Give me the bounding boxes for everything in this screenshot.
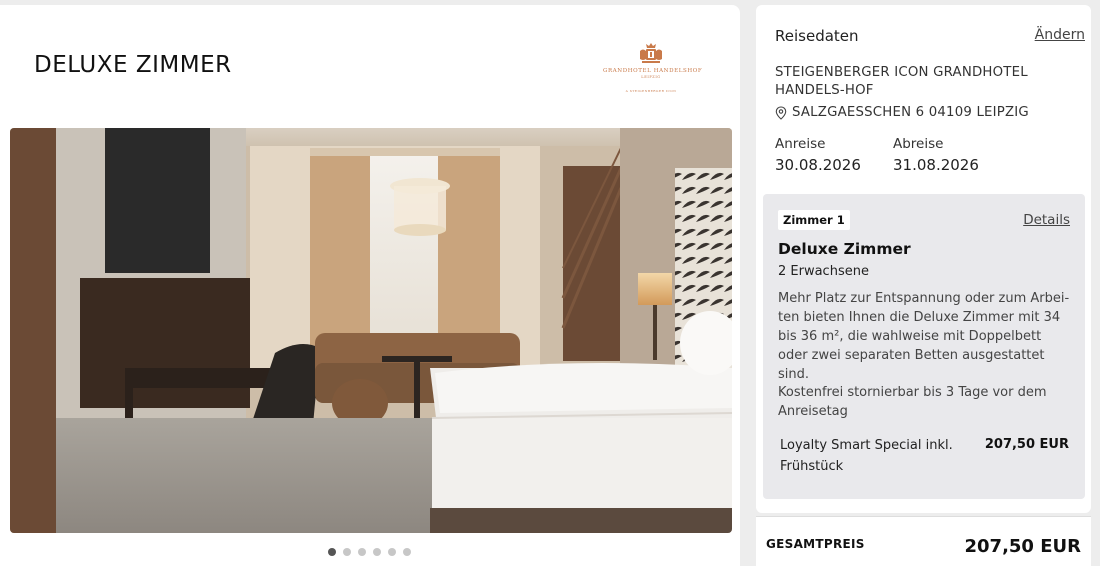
carousel-dot[interactable]: [373, 548, 381, 556]
logo-name: GRANDHOTEL HANDELSHOF: [603, 68, 703, 74]
departure-date: 31.08.2026: [893, 156, 979, 174]
room-photo[interactable]: [10, 128, 732, 533]
logo-tagline: A STEIGENBERGER ICON: [625, 89, 677, 93]
carousel-dot[interactable]: [328, 548, 336, 556]
travel-data-heading: Reisedaten: [775, 27, 859, 45]
details-link[interactable]: Details: [1023, 212, 1070, 228]
map-pin-icon: [775, 105, 787, 120]
rate-name: Loyalty Smart Special inkl. Frühstück: [780, 438, 953, 474]
logo-city: LEIPZIG: [641, 75, 661, 79]
arrival-date: 30.08.2026: [775, 156, 861, 174]
departure-label: Abreise: [893, 136, 944, 152]
rate-price: 207,50 EUR: [984, 437, 1069, 452]
room-summary-box: Zimmer 1 Details Deluxe Zimmer 2 Erwachs…: [763, 194, 1085, 499]
arrival-label: Anreise: [775, 136, 826, 152]
page-title: DELUXE ZIMMER: [34, 52, 232, 78]
room-type-title: Deluxe Zimmer: [778, 240, 911, 258]
total-value: 207,50 EUR: [964, 536, 1082, 557]
hotel-address: SALZGAESSCHEN 6 04109 LEIPZIG: [775, 105, 1029, 120]
room-photo-illustration: [10, 128, 732, 533]
change-link[interactable]: Ändern: [1035, 27, 1085, 43]
cancellation-policy: Kostenfrei stornierbar bis 3 Tage vor de…: [778, 385, 1047, 419]
departure-block: Abreise 31.08.2026: [893, 136, 979, 174]
carousel-dot[interactable]: [388, 548, 396, 556]
room-description: Mehr Platz zur Entspannung oder zum Arbe…: [778, 291, 1070, 382]
total-price-bar: GESAMTPREIS 207,50 EUR: [756, 516, 1091, 566]
hotel-name: STEIGENBERGER ICON GRANDHOTEL HANDELS-HO…: [775, 65, 1028, 98]
carousel-dots: [328, 548, 411, 557]
booking-summary-card: Reisedaten Ändern STEIGENBERGER ICON GRA…: [756, 5, 1091, 513]
carousel-dot[interactable]: [403, 548, 411, 556]
carousel-dot[interactable]: [343, 548, 351, 556]
total-label: GESAMTPREIS: [766, 537, 865, 551]
hotel-crest-icon: [640, 43, 662, 63]
arrival-block: Anreise 30.08.2026: [775, 136, 861, 174]
hotel-logo: GRANDHOTEL HANDELSHOF LEIPZIG A STEIGENB…: [603, 41, 703, 97]
carousel-dot[interactable]: [358, 548, 366, 556]
room-gallery-card: DELUXE ZIMMER GRANDHOTEL HANDELSHOF LEIP…: [0, 5, 740, 566]
address-text: SALZGAESSCHEN 6 04109 LEIPZIG: [792, 105, 1029, 120]
room-number-badge: Zimmer 1: [778, 210, 850, 230]
guest-count: 2 Erwachsene: [778, 264, 869, 279]
